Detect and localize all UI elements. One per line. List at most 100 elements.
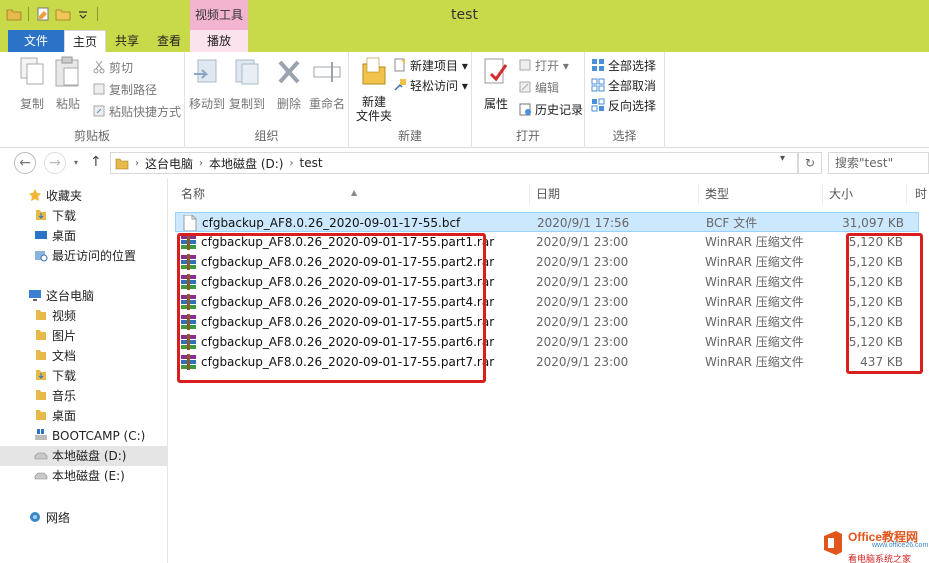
properties-button[interactable]: 属性 <box>476 56 516 112</box>
column-header-extra[interactable]: 时 <box>909 184 929 204</box>
select-none-label: 全部取消 <box>608 79 657 93</box>
move-to-button[interactable]: 移动到 <box>187 56 227 112</box>
invert-selection-button[interactable]: 反向选择 <box>591 96 656 116</box>
select-none-button[interactable]: 全部取消 <box>591 76 656 96</box>
select-all-button[interactable]: 全部选择 <box>591 56 656 76</box>
paste-icon <box>55 56 79 87</box>
sidebar-item-documents[interactable]: 文档 <box>0 346 168 366</box>
sidebar-item-pictures[interactable]: 图片 <box>0 326 168 346</box>
properties-icon[interactable] <box>35 6 51 22</box>
file-size: 31,097 KB <box>842 216 904 230</box>
open-group: 属性 打开 ▾ 编辑 历史记录 打开 <box>472 52 585 148</box>
star-icon <box>29 189 41 201</box>
hard-drive-icon <box>34 472 48 480</box>
sidebar-item-videos[interactable]: 视频 <box>0 306 168 326</box>
rename-button[interactable]: 重命名 <box>307 56 347 112</box>
sidebar-item-downloads[interactable]: 下载 <box>0 206 168 226</box>
organize-group-label: 组织 <box>254 129 279 143</box>
recent-locations-dropdown[interactable]: ▾ <box>74 158 78 167</box>
sidebar-item-this-pc[interactable]: 这台电脑 <box>0 286 168 306</box>
file-row[interactable]: cfgbackup_AF8.0.26_2020-09-01-17-55.bcf 2… <box>175 212 919 232</box>
office-logo-icon <box>824 531 842 555</box>
sidebar-item-network[interactable]: 网络 <box>0 508 168 528</box>
new-folder-label: 新建 文件夹 <box>355 95 392 123</box>
sidebar-item-drive-d[interactable]: 本地磁盘 (D:) <box>0 446 168 466</box>
copy-to-button[interactable]: 复制到 <box>227 56 267 112</box>
refresh-icon: ↻ <box>804 156 816 170</box>
sidebar-item-label: 下载 <box>52 369 77 383</box>
forward-button[interactable]: → <box>44 152 66 174</box>
cut-button[interactable]: 剪切 <box>92 58 133 78</box>
rename-label: 重命名 <box>308 97 345 111</box>
paste-shortcut-icon <box>93 105 105 117</box>
recent-places-icon <box>35 251 48 262</box>
select-all-icon <box>592 59 604 71</box>
sidebar-item-desktop-pc[interactable]: 桌面 <box>0 406 168 426</box>
edit-label: 编辑 <box>535 81 560 95</box>
select-all-label: 全部选择 <box>608 59 657 73</box>
column-header-name[interactable]: 名称 ▲ <box>175 184 530 204</box>
sidebar-item-label: 文档 <box>52 349 77 363</box>
tab-home[interactable]: 主页 <box>64 30 106 52</box>
folder-icon[interactable] <box>6 6 22 22</box>
chevron-down-icon[interactable] <box>75 6 91 22</box>
paste-shortcut-label: 粘贴快捷方式 <box>109 105 182 119</box>
highlight-box-sizes <box>846 233 923 374</box>
delete-button[interactable]: 删除 <box>269 56 309 112</box>
file-type: WinRAR 压缩文件 <box>705 255 804 269</box>
sidebar-item-label: 网络 <box>46 511 71 525</box>
network-icon <box>30 512 40 522</box>
paste-button[interactable]: 粘贴 <box>48 56 88 112</box>
new-group: 新建 文件夹 新建项目 ▾ 轻松访问 ▾ 新建 <box>349 52 472 148</box>
new-folder-icon[interactable] <box>55 6 71 22</box>
new-folder-button[interactable]: 新建 文件夹 <box>353 56 395 123</box>
windows-drive-icon <box>35 429 47 440</box>
file-date: 2020/9/1 23:00 <box>536 315 629 329</box>
column-header-date[interactable]: 日期 <box>530 184 699 204</box>
sidebar-item-favorites[interactable]: 收藏夹 <box>0 186 168 206</box>
file-name: cfgbackup_AF8.0.26_2020-09-01-17-55.bcf <box>202 216 461 230</box>
up-button[interactable]: ↑ <box>90 154 102 170</box>
sidebar-item-drive-e[interactable]: 本地磁盘 (E:) <box>0 466 168 486</box>
search-input[interactable]: 搜索"test" <box>828 152 929 174</box>
sidebar-item-drive-c[interactable]: BOOTCAMP (C:) <box>0 426 168 446</box>
tab-view[interactable]: 查看 <box>148 30 190 52</box>
file-date: 2020/9/1 23:00 <box>536 275 629 289</box>
sidebar-item-music[interactable]: 音乐 <box>0 386 168 406</box>
breadcrumb-this-pc[interactable]: 这台电脑 <box>145 155 193 172</box>
clipboard-group-label: 剪贴板 <box>73 129 110 143</box>
open-button[interactable]: 打开 ▾ <box>518 56 569 76</box>
file-date: 2020/9/1 23:00 <box>536 255 629 269</box>
copy-button[interactable]: 复制 <box>12 56 52 112</box>
sidebar-item-downloads-pc[interactable]: 下载 <box>0 366 168 386</box>
downloads-icon <box>36 370 46 380</box>
history-label: 历史记录 <box>535 103 584 117</box>
new-item-icon <box>394 58 405 72</box>
column-header-size[interactable]: 大小 <box>823 184 907 204</box>
breadcrumb-test[interactable]: test <box>299 156 322 170</box>
new-item-button[interactable]: 新建项目 ▾ <box>393 56 468 76</box>
history-button[interactable]: 历史记录 <box>518 100 583 120</box>
paste-shortcut-button[interactable]: 粘贴快捷方式 <box>92 102 181 122</box>
easy-access-button[interactable]: 轻松访问 ▾ <box>393 76 468 96</box>
column-header-type[interactable]: 类型 <box>699 184 823 204</box>
sidebar-item-desktop[interactable]: 桌面 <box>0 226 168 246</box>
file-icon <box>183 215 197 231</box>
chevron-down-icon[interactable]: ▾ <box>780 153 785 164</box>
address-bar[interactable]: › 这台电脑 › 本地磁盘 (D:) › test <box>110 152 798 174</box>
tab-play[interactable]: 播放 <box>190 30 248 52</box>
back-button[interactable]: ← <box>14 152 36 174</box>
new-item-label: 新建项目 <box>410 59 459 73</box>
sidebar-item-recent-places[interactable]: 最近访问的位置 <box>0 246 168 266</box>
copy-path-button[interactable]: 复制路径 <box>92 80 157 100</box>
tab-share[interactable]: 共享 <box>106 30 148 52</box>
sidebar-item-label: 本地磁盘 (E:) <box>52 469 125 483</box>
ribbon: 复制 粘贴 剪切 复制路径 粘贴快捷方式 剪贴板 移动到 复制到 删除 重命名 … <box>0 52 929 148</box>
refresh-button[interactable]: ↻ <box>798 152 822 174</box>
select-group: 全部选择 全部取消 反向选择 选择 <box>585 52 665 148</box>
properties-icon <box>484 58 508 84</box>
edit-button[interactable]: 编辑 <box>518 78 559 98</box>
tab-file[interactable]: 文件 <box>8 30 64 52</box>
cut-label: 剪切 <box>109 61 134 75</box>
breadcrumb-drive-d[interactable]: 本地磁盘 (D:) <box>209 155 283 172</box>
